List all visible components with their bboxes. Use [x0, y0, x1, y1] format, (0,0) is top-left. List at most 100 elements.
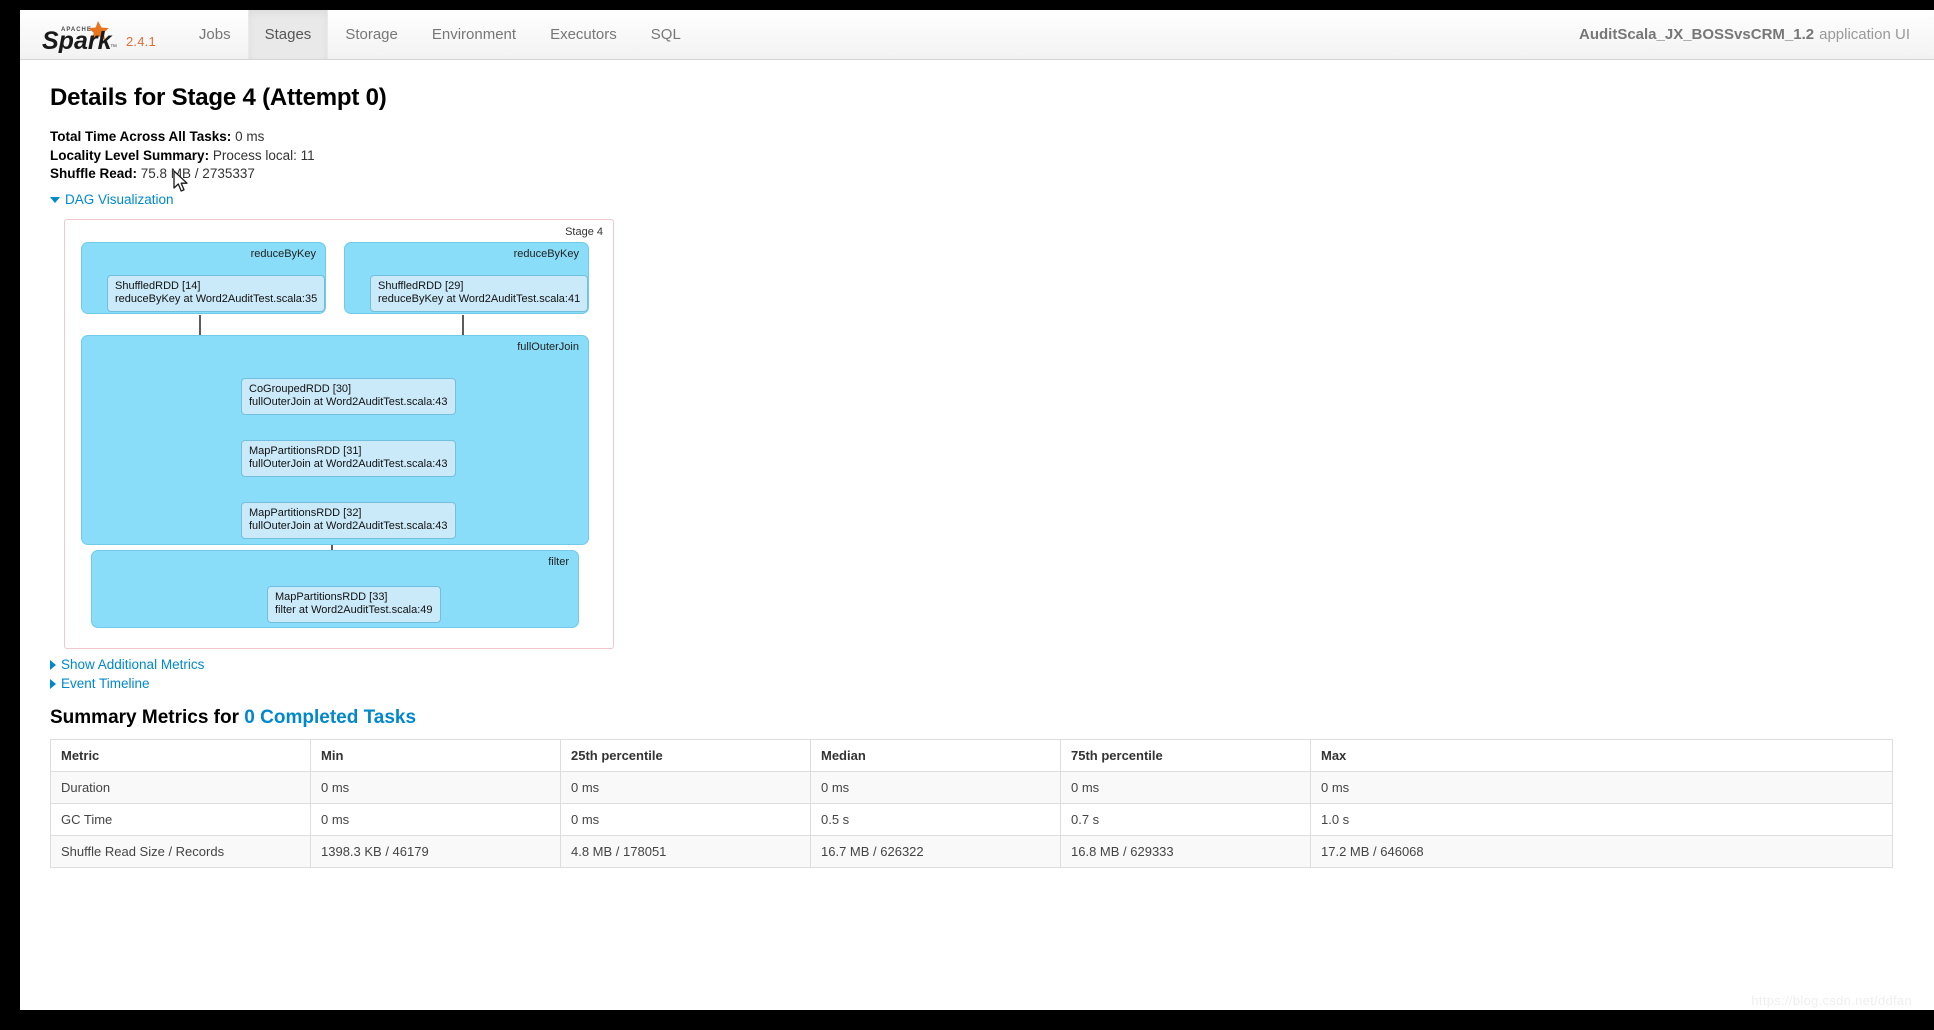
dag-node-title: CoGroupedRDD [30] — [249, 382, 352, 395]
dag-node-shuffled-rdd-14[interactable]: ShuffledRDD [14] reduceByKey at Word2Aud… — [107, 274, 326, 312]
event-timeline-label: Event Timeline — [61, 675, 150, 691]
dag-node-title: ShuffledRDD [29] — [378, 279, 464, 292]
dag-node-mappartitions-rdd-32[interactable]: MapPartitionsRDD [32] fullOuterJoin at W… — [241, 501, 456, 539]
stat-total-time-label: Total Time Across All Tasks: — [50, 129, 232, 144]
cell-75th: 0.7 s — [1060, 802, 1311, 836]
stat-total-time-value: 0 ms — [235, 129, 265, 144]
column-header-75th-percentile[interactable]: 75th percentile — [1060, 739, 1311, 772]
summary-metrics-table-body: Duration 0 ms 0 ms 0 ms 0 ms 0 ms GC Tim… — [50, 770, 1893, 868]
dag-node-subtitle: fullOuterJoin at Word2AuditTest.scala:43 — [249, 457, 448, 470]
application-name: AuditScala_JX_BOSSvsCRM_1.2 — [1579, 26, 1815, 43]
cell-metric-name: Shuffle Read Size / Records — [50, 834, 311, 868]
nav-tabs: Jobs Stages Storage Environment Executor… — [182, 10, 698, 59]
summary-metrics-heading: Summary Metrics for 0 Completed Tasks — [50, 707, 1906, 729]
dag-node-shuffled-rdd-29[interactable]: ShuffledRDD [29] reduceByKey at Word2Aud… — [370, 274, 589, 312]
tab-jobs[interactable]: Jobs — [182, 10, 248, 59]
main-content: Details for Stage 4 (Attempt 0) Total Ti… — [20, 60, 1934, 868]
spark-version-label: 2.4.1 — [126, 34, 156, 49]
table-row: GC Time 0 ms 0 ms 0.5 s 0.7 s 1.0 s — [50, 802, 1893, 836]
cell-max: 17.2 MB / 646068 — [1310, 834, 1893, 868]
summary-metrics-table-head: Metric Min 25th percentile Median 75th p… — [50, 739, 1893, 772]
dag-scope-reduce-by-key-1: reduceByKey ShuffledRDD [14] reduceByKey… — [81, 241, 326, 314]
dag-scope-reduce-by-key-2: reduceByKey ShuffledRDD [29] reduceByKey… — [344, 241, 589, 314]
dag-visualization-toggle[interactable]: DAG Visualization — [50, 192, 174, 207]
cell-min: 0 ms — [310, 802, 561, 836]
cell-min: 1398.3 KB / 46179 — [310, 834, 561, 868]
cell-metric-name: Duration — [50, 770, 311, 804]
column-header-max[interactable]: Max — [1310, 739, 1893, 772]
stat-locality-level-label: Locality Level Summary: — [50, 147, 210, 163]
application-title-suffix: application UI — [1819, 26, 1910, 43]
application-title: AuditScala_JX_BOSSvsCRM_1.2 application … — [1579, 10, 1934, 59]
stat-total-time: Total Time Across All Tasks: 0 ms — [50, 128, 1906, 147]
column-header-25th-percentile[interactable]: 25th percentile — [560, 739, 811, 772]
tab-sql[interactable]: SQL — [634, 10, 698, 59]
cell-median: 0.5 s — [810, 802, 1061, 836]
navbar: APACHE Spark ™ 2.4.1 Jobs Stages Storage… — [20, 10, 1934, 60]
watermark-text: https://blog.csdn.net/ddfan — [1751, 993, 1912, 1008]
svg-text:™: ™ — [110, 44, 117, 51]
stat-shuffle-read-label: Shuffle Read: — [50, 166, 138, 181]
caret-right-icon — [50, 678, 56, 689]
spark-logo-icon: APACHE Spark ™ — [42, 19, 120, 53]
cell-25th: 0 ms — [560, 802, 811, 836]
cell-median: 0 ms — [810, 770, 1061, 804]
dag-node-title: MapPartitionsRDD [33] — [275, 590, 388, 603]
stat-shuffle-read: Shuffle Read: 75.8 MB / 2735337 — [50, 165, 1906, 184]
dag-scope-label: fullOuterJoin — [517, 340, 579, 353]
table-header-row: Metric Min 25th percentile Median 75th p… — [50, 739, 1893, 772]
dag-scope-full-outer-join: fullOuterJoin CoGroupedRDD [30] fullOute… — [81, 334, 589, 545]
column-header-median[interactable]: Median — [810, 739, 1061, 772]
cell-min: 0 ms — [310, 770, 561, 804]
dag-node-cogrouped-rdd-30[interactable]: CoGroupedRDD [30] fullOuterJoin at Word2… — [241, 377, 456, 415]
dag-scope-label: filter — [548, 555, 569, 568]
cell-max: 0 ms — [1310, 770, 1893, 804]
show-additional-metrics-toggle[interactable]: Show Additional Metrics — [50, 657, 204, 672]
dag-node-subtitle: fullOuterJoin at Word2AuditTest.scala:43 — [249, 395, 448, 408]
show-additional-metrics-label: Show Additional Metrics — [61, 656, 205, 672]
caret-down-icon — [50, 196, 60, 203]
mouse-cursor — [173, 170, 188, 192]
cell-25th: 0 ms — [560, 770, 811, 804]
spark-web-ui-page: APACHE Spark ™ 2.4.1 Jobs Stages Storage… — [20, 10, 1934, 1010]
page-title: Details for Stage 4 (Attempt 0) — [50, 84, 387, 111]
dag-node-mappartitions-rdd-33[interactable]: MapPartitionsRDD [33] filter at Word2Aud… — [267, 585, 441, 623]
event-timeline-toggle[interactable]: Event Timeline — [50, 676, 150, 691]
caret-right-icon — [50, 659, 56, 670]
dag-scope-label: reduceByKey — [250, 247, 316, 260]
cell-75th: 16.8 MB / 629333 — [1060, 834, 1311, 868]
column-header-metric[interactable]: Metric — [50, 739, 311, 772]
dag-node-title: ShuffledRDD [14] — [115, 279, 201, 292]
tab-environment[interactable]: Environment — [415, 10, 533, 59]
dag-scope-label: reduceByKey — [513, 247, 579, 260]
dag-node-title: MapPartitionsRDD [32] — [249, 506, 362, 519]
dag-visualization-label: DAG Visualization — [65, 191, 174, 207]
completed-tasks-link[interactable]: 0 Completed Tasks — [244, 707, 416, 728]
tab-executors[interactable]: Executors — [533, 10, 634, 59]
column-header-min[interactable]: Min — [310, 739, 561, 772]
cell-25th: 4.8 MB / 178051 — [560, 834, 811, 868]
table-row: Duration 0 ms 0 ms 0 ms 0 ms 0 ms — [50, 770, 1893, 804]
summary-metrics-table: Metric Min 25th percentile Median 75th p… — [50, 738, 1893, 868]
cell-max: 1.0 s — [1310, 802, 1893, 836]
tab-storage[interactable]: Storage — [328, 10, 415, 59]
brand-logo[interactable]: APACHE Spark ™ 2.4.1 — [20, 10, 168, 59]
dag-scope-filter: filter MapPartitionsRDD [33] filter at W… — [91, 549, 579, 628]
tab-stages[interactable]: Stages — [247, 10, 329, 59]
dag-node-subtitle: reduceByKey at Word2AuditTest.scala:35 — [115, 292, 318, 305]
svg-text:Spark: Spark — [42, 27, 113, 53]
stat-shuffle-read-value: 75.8 MB / 2735337 — [140, 166, 255, 181]
cell-median: 16.7 MB / 626322 — [810, 834, 1061, 868]
dag-node-subtitle: fullOuterJoin at Word2AuditTest.scala:43 — [249, 519, 448, 532]
table-row: Shuffle Read Size / Records 1398.3 KB / … — [50, 834, 1893, 868]
stat-locality-level-value: Process local: 11 — [212, 147, 315, 163]
dag-node-title: MapPartitionsRDD [31] — [249, 444, 362, 457]
summary-metrics-heading-prefix: Summary Metrics for — [50, 706, 240, 728]
cell-metric-name: GC Time — [50, 802, 311, 836]
dag-node-subtitle: reduceByKey at Word2AuditTest.scala:41 — [378, 292, 581, 305]
dag-node-subtitle: filter at Word2AuditTest.scala:49 — [275, 603, 433, 616]
dag-node-mappartitions-rdd-31[interactable]: MapPartitionsRDD [31] fullOuterJoin at W… — [241, 439, 456, 477]
cell-75th: 0 ms — [1060, 770, 1311, 804]
stat-locality-level: Locality Level Summary: Process local: 1… — [50, 147, 1906, 166]
dag-visualization-panel: Stage 4 reduceByKey ShuffledRDD [14] red… — [64, 218, 614, 649]
